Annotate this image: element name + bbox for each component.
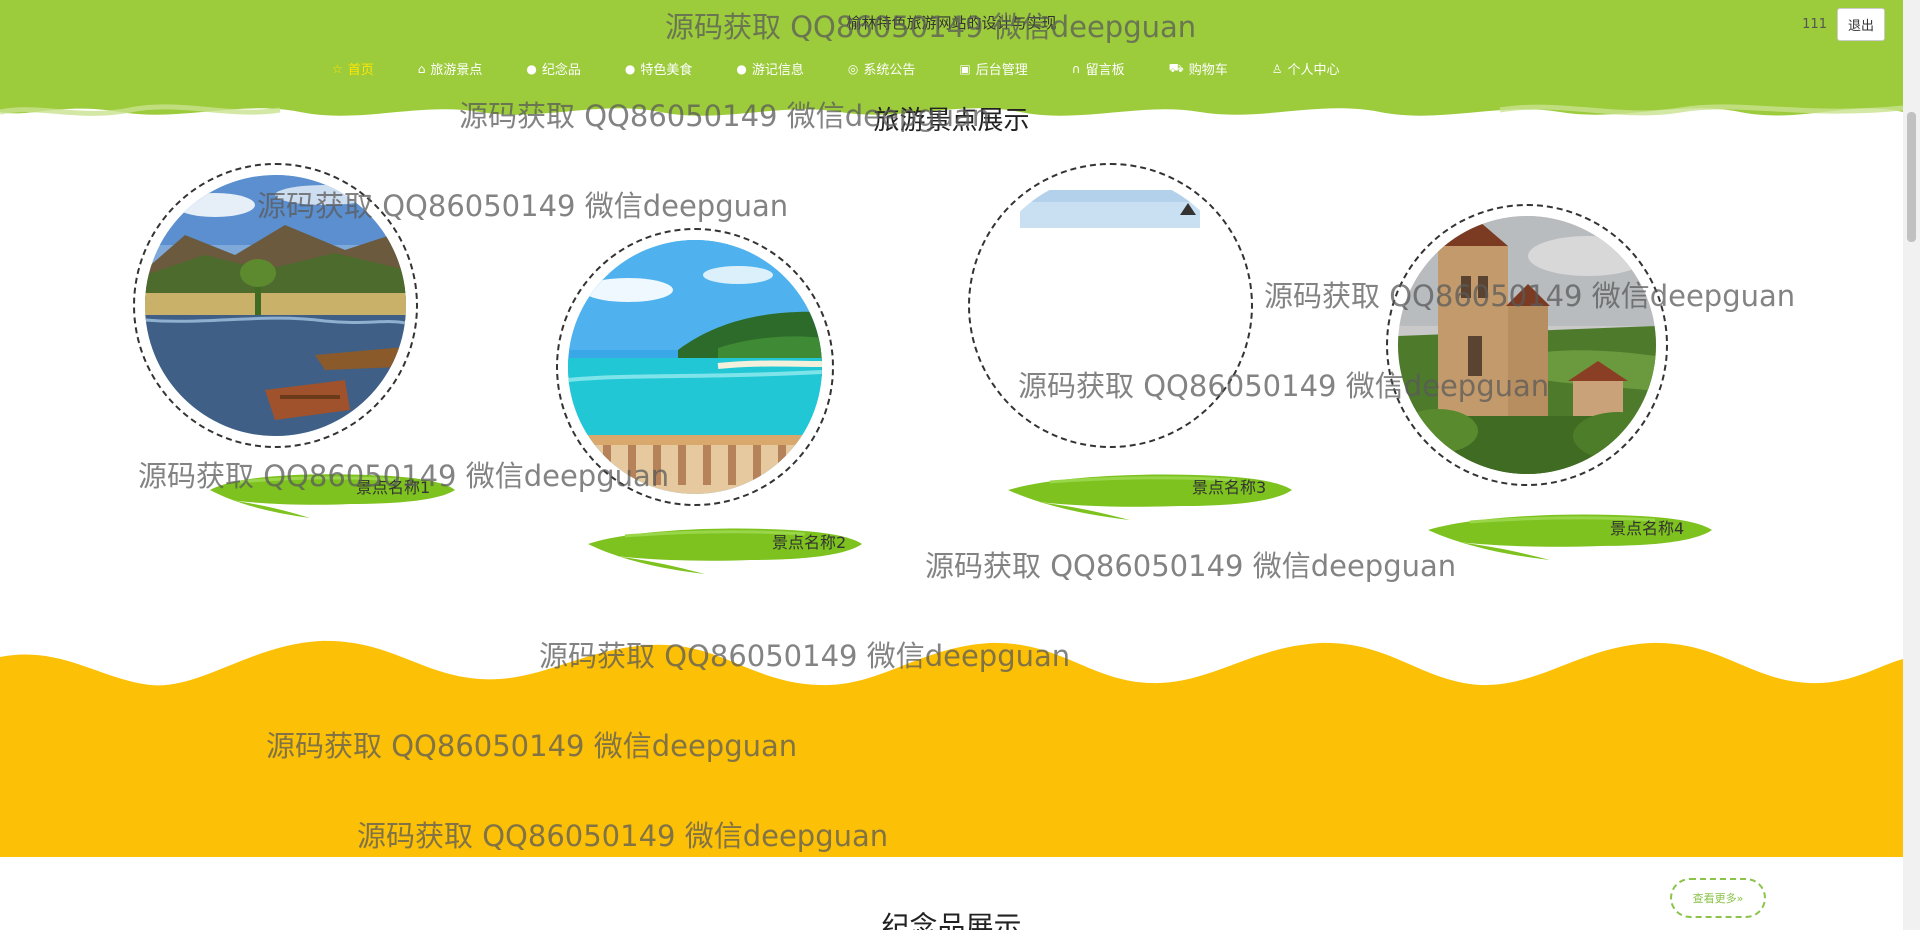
user-icon: ♙ [1271,61,1283,76]
star-icon: ☆ [332,61,343,76]
spots-section-title: 旅游景点展示 [873,106,1030,136]
info-icon: ● [526,61,537,76]
nav-item-messages[interactable]: ∩ 留言板 [1071,59,1125,79]
nav-item-label: 游记信息 [751,63,804,78]
user-area: 111 退出 [1802,8,1885,41]
view-more-button[interactable]: 查看更多» [1670,878,1766,918]
spot-name-4[interactable]: 景点名称4 [1610,515,1684,539]
nav-item-travelogue[interactable]: ● 游记信息 [736,59,804,79]
spot-name-3[interactable]: 景点名称3 [1192,474,1266,498]
spot-name-2[interactable]: 景点名称2 [772,529,846,553]
spot-name-1[interactable]: 景点名称1 [356,474,430,498]
spot-card-2[interactable] [556,228,834,506]
yellow-wave-band [0,640,1903,857]
nav-item-label: 旅游景点 [430,63,483,78]
spot-image-1[interactable] [145,175,406,436]
cart-icon: ⛟ [1168,60,1184,75]
lock-icon: ▣ [959,61,971,76]
nav-item-label: 购物车 [1188,63,1228,78]
souvenir-section-title: 纪念品展示 [881,910,1022,930]
site-title: 榆林特色旅游网站的设计与实现 [846,14,1057,32]
scrollbar-thumb[interactable] [1907,112,1916,242]
nav-item-admin[interactable]: ▣ 后台管理 [959,59,1028,79]
main-nav: ☆ 首页 ⌂ 旅游景点 ● 纪念品 ● 特色美食 ● 游记信息 ◎ 系统公告 ▣… [332,59,1384,79]
user-name[interactable]: 111 [1802,17,1827,32]
nav-item-cart[interactable]: ⛟ 购物车 [1168,59,1228,79]
nav-item-label: 后台管理 [975,63,1028,78]
nav-item-label: 系统公告 [863,63,916,78]
nav-item-spots[interactable]: ⌂ 旅游景点 [417,59,483,79]
headset-icon: ∩ [1071,61,1081,76]
logout-button[interactable]: 退出 [1836,8,1885,41]
globe-icon: ◎ [847,61,859,76]
spot-card-3[interactable] [968,163,1253,448]
nav-item-profile[interactable]: ♙ 个人中心 [1271,59,1340,79]
nav-item-label: 特色美食 [640,63,693,78]
vertical-scrollbar[interactable] [1903,0,1920,930]
nav-item-food[interactable]: ● 特色美食 [624,59,693,79]
spot-image-3[interactable] [980,175,1241,436]
watermark: 源码获取 QQ86050149 微信deepguan [925,549,1457,583]
info-icon: ● [736,61,747,76]
bag-icon: ⌂ [417,61,426,76]
question-icon: ● [624,61,636,76]
nav-item-label: 留言板 [1085,63,1125,78]
spot-card-4[interactable] [1386,204,1668,486]
nav-item-home[interactable]: ☆ 首页 [332,59,374,79]
nav-item-announcements[interactable]: ◎ 系统公告 [847,59,916,79]
nav-item-label: 首页 [347,63,374,78]
nav-item-label: 纪念品 [541,63,581,78]
spot-image-2[interactable] [568,240,822,494]
nav-item-souvenirs[interactable]: ● 纪念品 [526,59,581,79]
page: 榆林特色旅游网站的设计与实现 111 退出 ☆ 首页 ⌂ 旅游景点 ● 纪念品 … [0,0,1903,930]
nav-item-label: 个人中心 [1287,63,1340,78]
spot-image-4[interactable] [1398,216,1656,474]
spot-card-1[interactable] [133,163,418,448]
